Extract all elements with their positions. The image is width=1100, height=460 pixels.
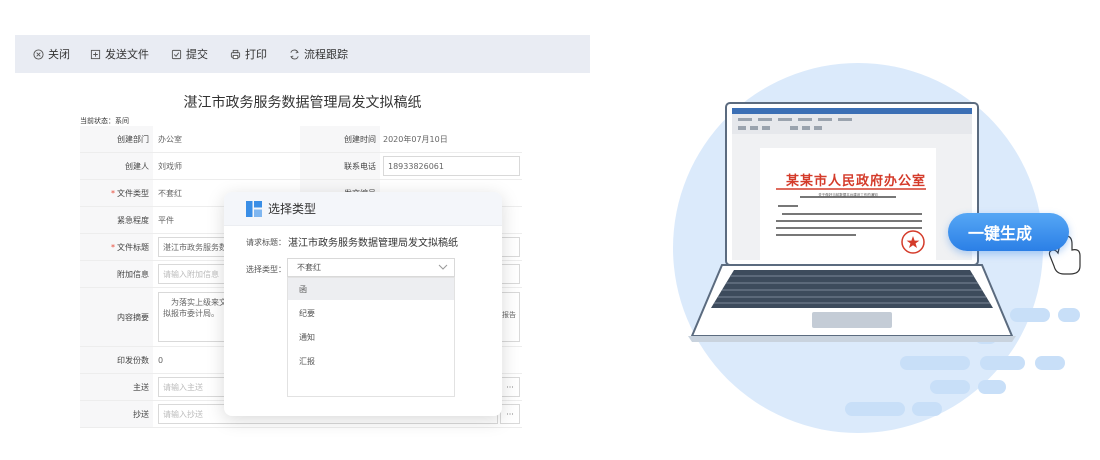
generate-button[interactable]: 一键生成 [948, 213, 1069, 251]
app-titlebar [732, 108, 972, 114]
app-ribbon [732, 114, 972, 134]
document-page [760, 148, 936, 260]
laptop-illustration [673, 63, 1081, 433]
doc-header-text: 某某市人民政府办公室 [785, 174, 926, 189]
laptop-edge [688, 336, 1016, 342]
laptop-touchpad [812, 312, 892, 328]
doc-subtitle-text: 关于做好当前数据平台建设工作的通知 [818, 193, 878, 197]
